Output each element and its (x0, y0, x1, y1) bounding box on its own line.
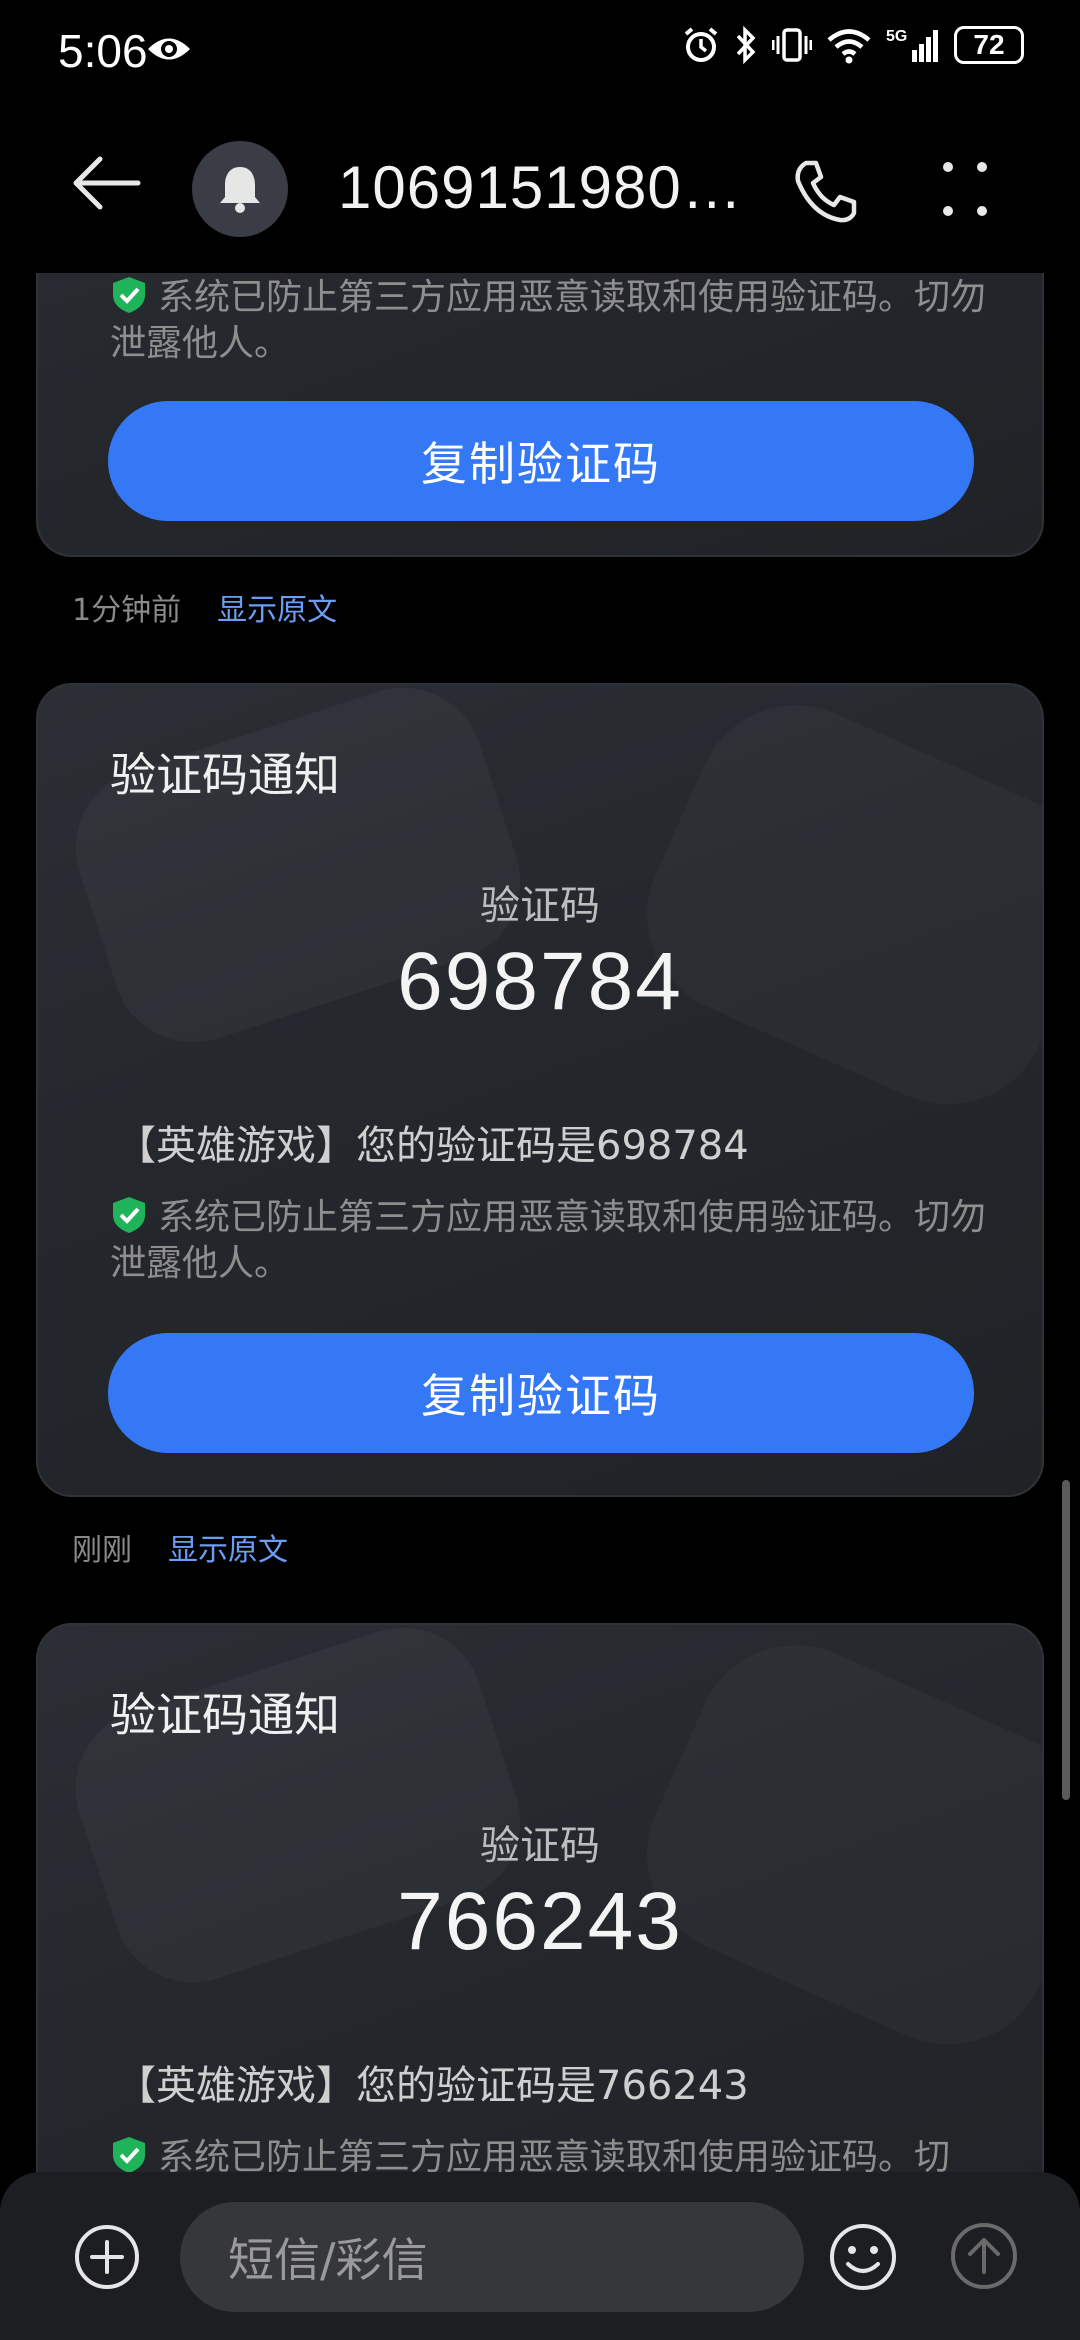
card-title: 验证码通知 (110, 1688, 340, 1742)
verification-card: 系统已防止第三方应用恶意读取和使用验证码。切勿泄露他人。 复制验证码 (36, 273, 1044, 557)
send-icon[interactable] (950, 2222, 1018, 2290)
status-bar: 5:06 5G 72 (0, 0, 1080, 105)
conversation-title: 1069151980… (338, 154, 743, 221)
verification-card: 验证码通知 验证码 766243 【英雄游戏】您的验证码是766243 系统已防… (36, 1623, 1044, 2173)
verification-card: 验证码通知 验证码 698784 【英雄游戏】您的验证码是698784 系统已防… (36, 683, 1044, 1497)
message-meta: 刚刚 显示原文 (72, 1525, 288, 1569)
wifi-icon (827, 29, 871, 64)
code-label: 验证码 (480, 883, 600, 929)
vibrate-icon (772, 28, 812, 62)
compose-bar: 短信/彩信 (0, 2172, 1080, 2340)
shield-check-icon (113, 1197, 145, 1233)
signal-5g-icon: 5G (886, 28, 938, 62)
message-list[interactable]: 系统已防止第三方应用恶意读取和使用验证码。切勿泄露他人。 复制验证码 1分钟前显… (0, 273, 1080, 2173)
scrollbar[interactable] (1062, 1480, 1070, 1800)
message-text[interactable]: 【英雄游戏】您的验证码是698784 (116, 1113, 749, 1171)
more-options-icon[interactable] (940, 159, 990, 219)
status-icons: 5G 72 (682, 26, 1024, 64)
code-label: 验证码 (480, 1823, 600, 1869)
alarm-icon (684, 27, 718, 62)
message-text[interactable]: 【英雄游戏】您的验证码是766243 (116, 2053, 749, 2111)
show-original-link[interactable]: 显示原文 (168, 1533, 288, 1568)
emoji-icon[interactable] (828, 2222, 898, 2292)
card-title: 验证码通知 (110, 748, 340, 802)
phone-call-icon[interactable] (790, 157, 860, 227)
avatar[interactable] (192, 141, 288, 237)
message-time: 1分钟前 (72, 593, 182, 628)
back-arrow-icon[interactable] (72, 153, 142, 213)
message-meta: 1分钟前 显示原文 (72, 585, 337, 629)
battery-indicator: 72 (954, 26, 1024, 64)
shield-check-icon (113, 277, 145, 313)
eye-icon (148, 38, 190, 60)
security-note: 系统已防止第三方应用恶意读取和使用验证码。切 (110, 2135, 990, 2173)
shield-check-icon (113, 2137, 145, 2173)
security-note: 系统已防止第三方应用恶意读取和使用验证码。切勿泄露他人。 (110, 277, 987, 364)
message-time: 刚刚 (72, 1533, 132, 1568)
bell-icon (220, 167, 260, 213)
add-attachment-icon[interactable] (74, 2224, 140, 2290)
copy-code-button[interactable]: 复制验证码 (108, 1333, 974, 1453)
message-input[interactable]: 短信/彩信 (180, 2202, 804, 2312)
verification-code[interactable]: 766243 (38, 1875, 1042, 1969)
svg-text:5G: 5G (886, 28, 907, 45)
verification-code[interactable]: 698784 (38, 935, 1042, 1029)
status-time: 5:06 (58, 25, 148, 77)
show-original-link[interactable]: 显示原文 (217, 593, 337, 628)
app-bar: 1069151980… (0, 105, 1080, 273)
security-note: 系统已防止第三方应用恶意读取和使用验证码。切勿泄露他人。 (110, 1197, 987, 1284)
copy-code-button[interactable]: 复制验证码 (108, 401, 974, 521)
bluetooth-icon (736, 26, 756, 64)
